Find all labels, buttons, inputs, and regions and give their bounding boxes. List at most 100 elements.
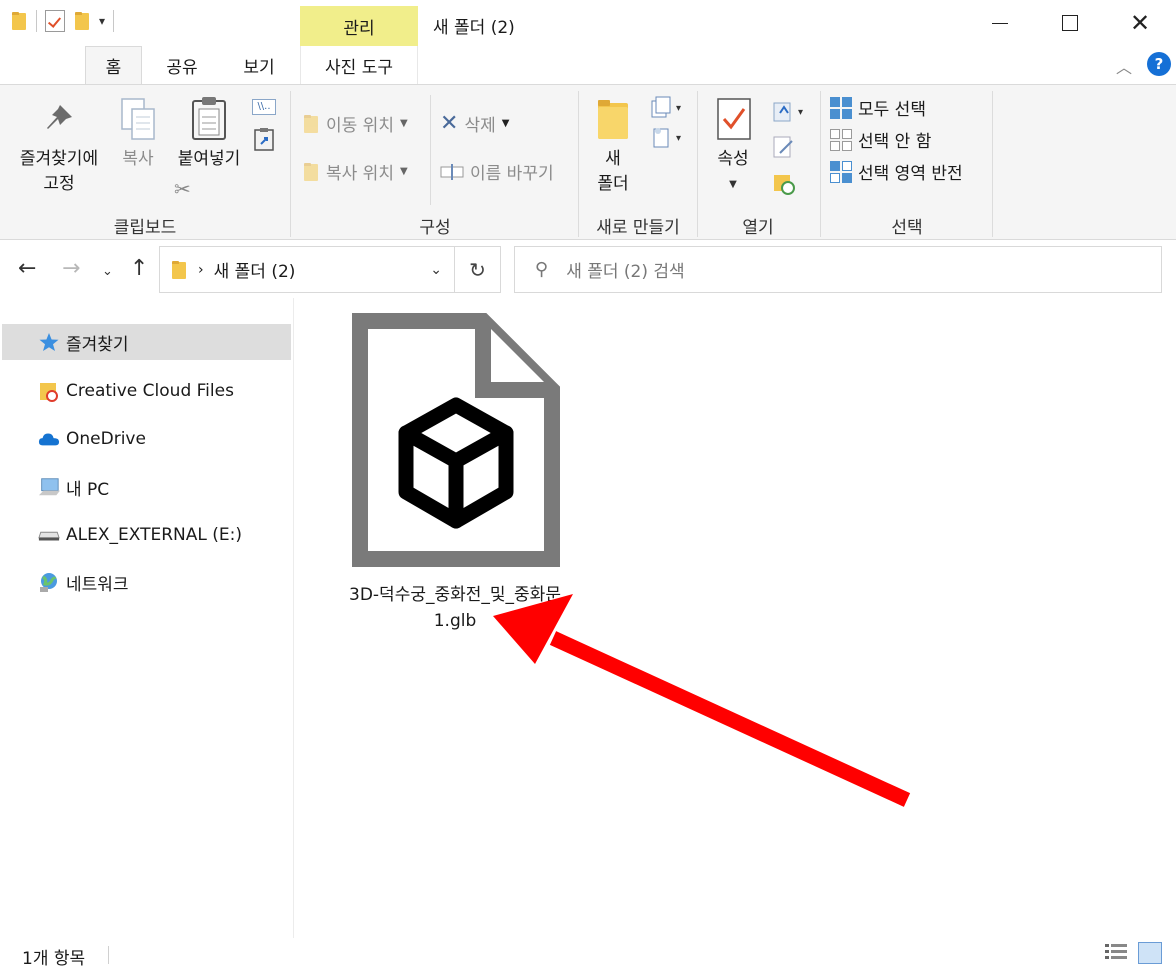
new-folder-line1: 새 [605, 149, 621, 169]
sidebar-item-label: Creative Cloud Files [66, 381, 234, 401]
ribbon: 즐겨찾기에 고정 복사 붙여넣기 \\.. ✂ 클립보드 이동 위치 ▼ 복사 … [0, 84, 1176, 240]
copy-to-button[interactable]: 복사 위치 ▼ [302, 159, 408, 184]
folder-icon[interactable] [10, 11, 28, 31]
move-to-label: 이동 위치 [326, 116, 394, 136]
new-folder-large-icon [598, 100, 628, 139]
item-count: 1개 항목 [22, 949, 86, 969]
inner-divider [430, 95, 431, 205]
new-folder-button[interactable]: 새 폴더 [584, 147, 642, 197]
pin-to-quick-access-button[interactable]: 즐겨찾기에 고정 [8, 147, 110, 197]
properties-icon[interactable] [45, 10, 65, 32]
select-all-button[interactable]: 모두 선택 [830, 95, 926, 120]
sidebar-item-quick-access[interactable]: 즐겨찾기 [2, 324, 291, 360]
group-divider [290, 91, 291, 237]
chevron-down-icon: ▼ [501, 118, 510, 129]
title-bar: ▾ 관리 새 폴더 (2) ✕ [0, 0, 1176, 48]
tab-home[interactable]: 홈 [85, 46, 142, 84]
select-none-label: 선택 안 함 [858, 132, 932, 152]
move-folder-icon [302, 114, 320, 134]
invert-selection-button[interactable]: 선택 영역 반전 [830, 159, 963, 184]
rename-label: 이름 바꾸기 [470, 164, 554, 184]
details-view-icon[interactable] [1104, 942, 1128, 964]
select-none-button[interactable]: 선택 안 함 [830, 127, 931, 152]
forward-arrow-icon[interactable]: → [62, 256, 80, 281]
breadcrumb-separator-icon[interactable]: › [198, 262, 204, 278]
paste-button[interactable]: 붙여넣기 [170, 147, 248, 172]
copy-button[interactable]: 복사 [112, 147, 164, 172]
customize-toolbar-dropdown-icon[interactable]: ▾ [99, 14, 105, 28]
select-group-label: 선택 [891, 218, 923, 238]
status-divider [108, 946, 109, 964]
file-name-line2: 1.glb [433, 611, 477, 631]
up-arrow-icon[interactable]: ↑ [130, 256, 148, 281]
open-group-label: 열기 [742, 218, 774, 238]
new-item-icon[interactable]: ▾ [650, 95, 684, 119]
new-folder-icon[interactable] [73, 11, 91, 31]
pin-label-line2: 고정 [43, 174, 75, 194]
file-name: 3D-덕수궁_중화전_및_중화문 1.glb [335, 582, 575, 634]
chevron-down-icon: ▼ [399, 118, 408, 129]
tab-picture-tools[interactable]: 사진 도구 [300, 46, 418, 84]
sidebar-item-this-pc[interactable]: 내 PC [2, 469, 291, 505]
properties-button[interactable]: 속성 ▼ [708, 147, 758, 197]
folder-icon [170, 260, 188, 280]
select-none-icon [830, 128, 852, 151]
recent-locations-chevron-icon[interactable]: ⌄ [102, 264, 113, 279]
paste-icon [192, 97, 226, 140]
star-icon [38, 331, 60, 353]
toolbar-divider [113, 10, 115, 32]
delete-button[interactable]: ✕ 삭제 ▼ [440, 111, 509, 136]
edit-icon[interactable] [772, 135, 796, 159]
sidebar-item-label: 네트워크 [66, 574, 129, 595]
invert-selection-label: 선택 영역 반전 [858, 164, 963, 184]
rename-button[interactable]: 이름 바꾸기 [440, 159, 554, 184]
sidebar-item-label: OneDrive [66, 429, 146, 449]
sidebar-item-external-drive[interactable]: ALEX_EXTERNAL (E:) [2, 517, 291, 553]
cut-icon[interactable]: ✂ [174, 177, 191, 201]
paste-shortcut-icon[interactable] [254, 127, 274, 151]
history-icon[interactable] [772, 171, 796, 195]
copy-path-icon[interactable]: \\.. [252, 99, 276, 115]
quick-access-toolbar: ▾ [10, 10, 115, 32]
tab-share[interactable]: 공유 [150, 46, 214, 84]
sidebar-item-onedrive[interactable]: OneDrive [2, 421, 291, 457]
window-title: 새 폴더 (2) [433, 18, 515, 38]
pin-label-line1: 즐겨찾기에 [19, 149, 99, 169]
search-input[interactable]: ⚲ 새 폴더 (2) 검색 [514, 246, 1162, 293]
breadcrumb-item[interactable]: 새 폴더 (2) [214, 257, 296, 282]
help-icon[interactable]: ? [1147, 52, 1171, 76]
group-divider [992, 91, 993, 237]
back-arrow-icon[interactable]: ← [18, 256, 36, 281]
status-bar: 1개 항목 [0, 938, 1176, 973]
maximize-icon [1062, 15, 1078, 31]
group-divider [578, 91, 579, 237]
select-all-label: 모두 선택 [858, 100, 926, 120]
address-dropdown-icon[interactable]: ⌄ [430, 262, 442, 278]
sidebar-item-label: 즐겨찾기 [66, 334, 129, 355]
new-folder-line2: 폴더 [597, 174, 629, 194]
refresh-button[interactable]: ↻ [455, 246, 501, 293]
delete-x-icon: ✕ [440, 111, 459, 136]
open-icon[interactable]: ▾ [772, 99, 808, 123]
close-button[interactable]: ✕ [1118, 8, 1162, 38]
easy-access-icon[interactable]: ▾ [650, 125, 684, 149]
sidebar-item-creative-cloud[interactable]: Creative Cloud Files [2, 373, 291, 409]
navigation-bar: ← → ⌄ ↑ › 새 폴더 (2) ⌄ ↻ ⚲ 새 폴더 (2) 검색 [0, 240, 1176, 298]
svg-text:▾: ▾ [676, 103, 681, 114]
move-to-button[interactable]: 이동 위치 ▼ [302, 111, 408, 136]
large-icons-view-icon[interactable] [1138, 942, 1162, 964]
tab-view[interactable]: 보기 [226, 46, 292, 84]
address-bar[interactable]: › 새 폴더 (2) ⌄ [159, 246, 455, 293]
minimize-button[interactable] [978, 8, 1022, 38]
invert-selection-icon [830, 160, 852, 183]
navigation-pane: 즐겨찾기 Creative Cloud Files OneDrive 내 PC … [0, 298, 294, 938]
group-divider [820, 91, 821, 237]
contextual-tab-manage[interactable]: 관리 [300, 6, 418, 46]
maximize-button[interactable] [1048, 8, 1092, 38]
svg-text:▾: ▾ [798, 107, 803, 118]
copy-icon [121, 98, 155, 140]
sidebar-item-network[interactable]: 네트워크 [2, 564, 291, 600]
computer-icon [38, 476, 60, 498]
collapse-ribbon-icon[interactable]: ︿ [1116, 54, 1132, 78]
sidebar-item-label: ALEX_EXTERNAL (E:) [66, 525, 242, 545]
